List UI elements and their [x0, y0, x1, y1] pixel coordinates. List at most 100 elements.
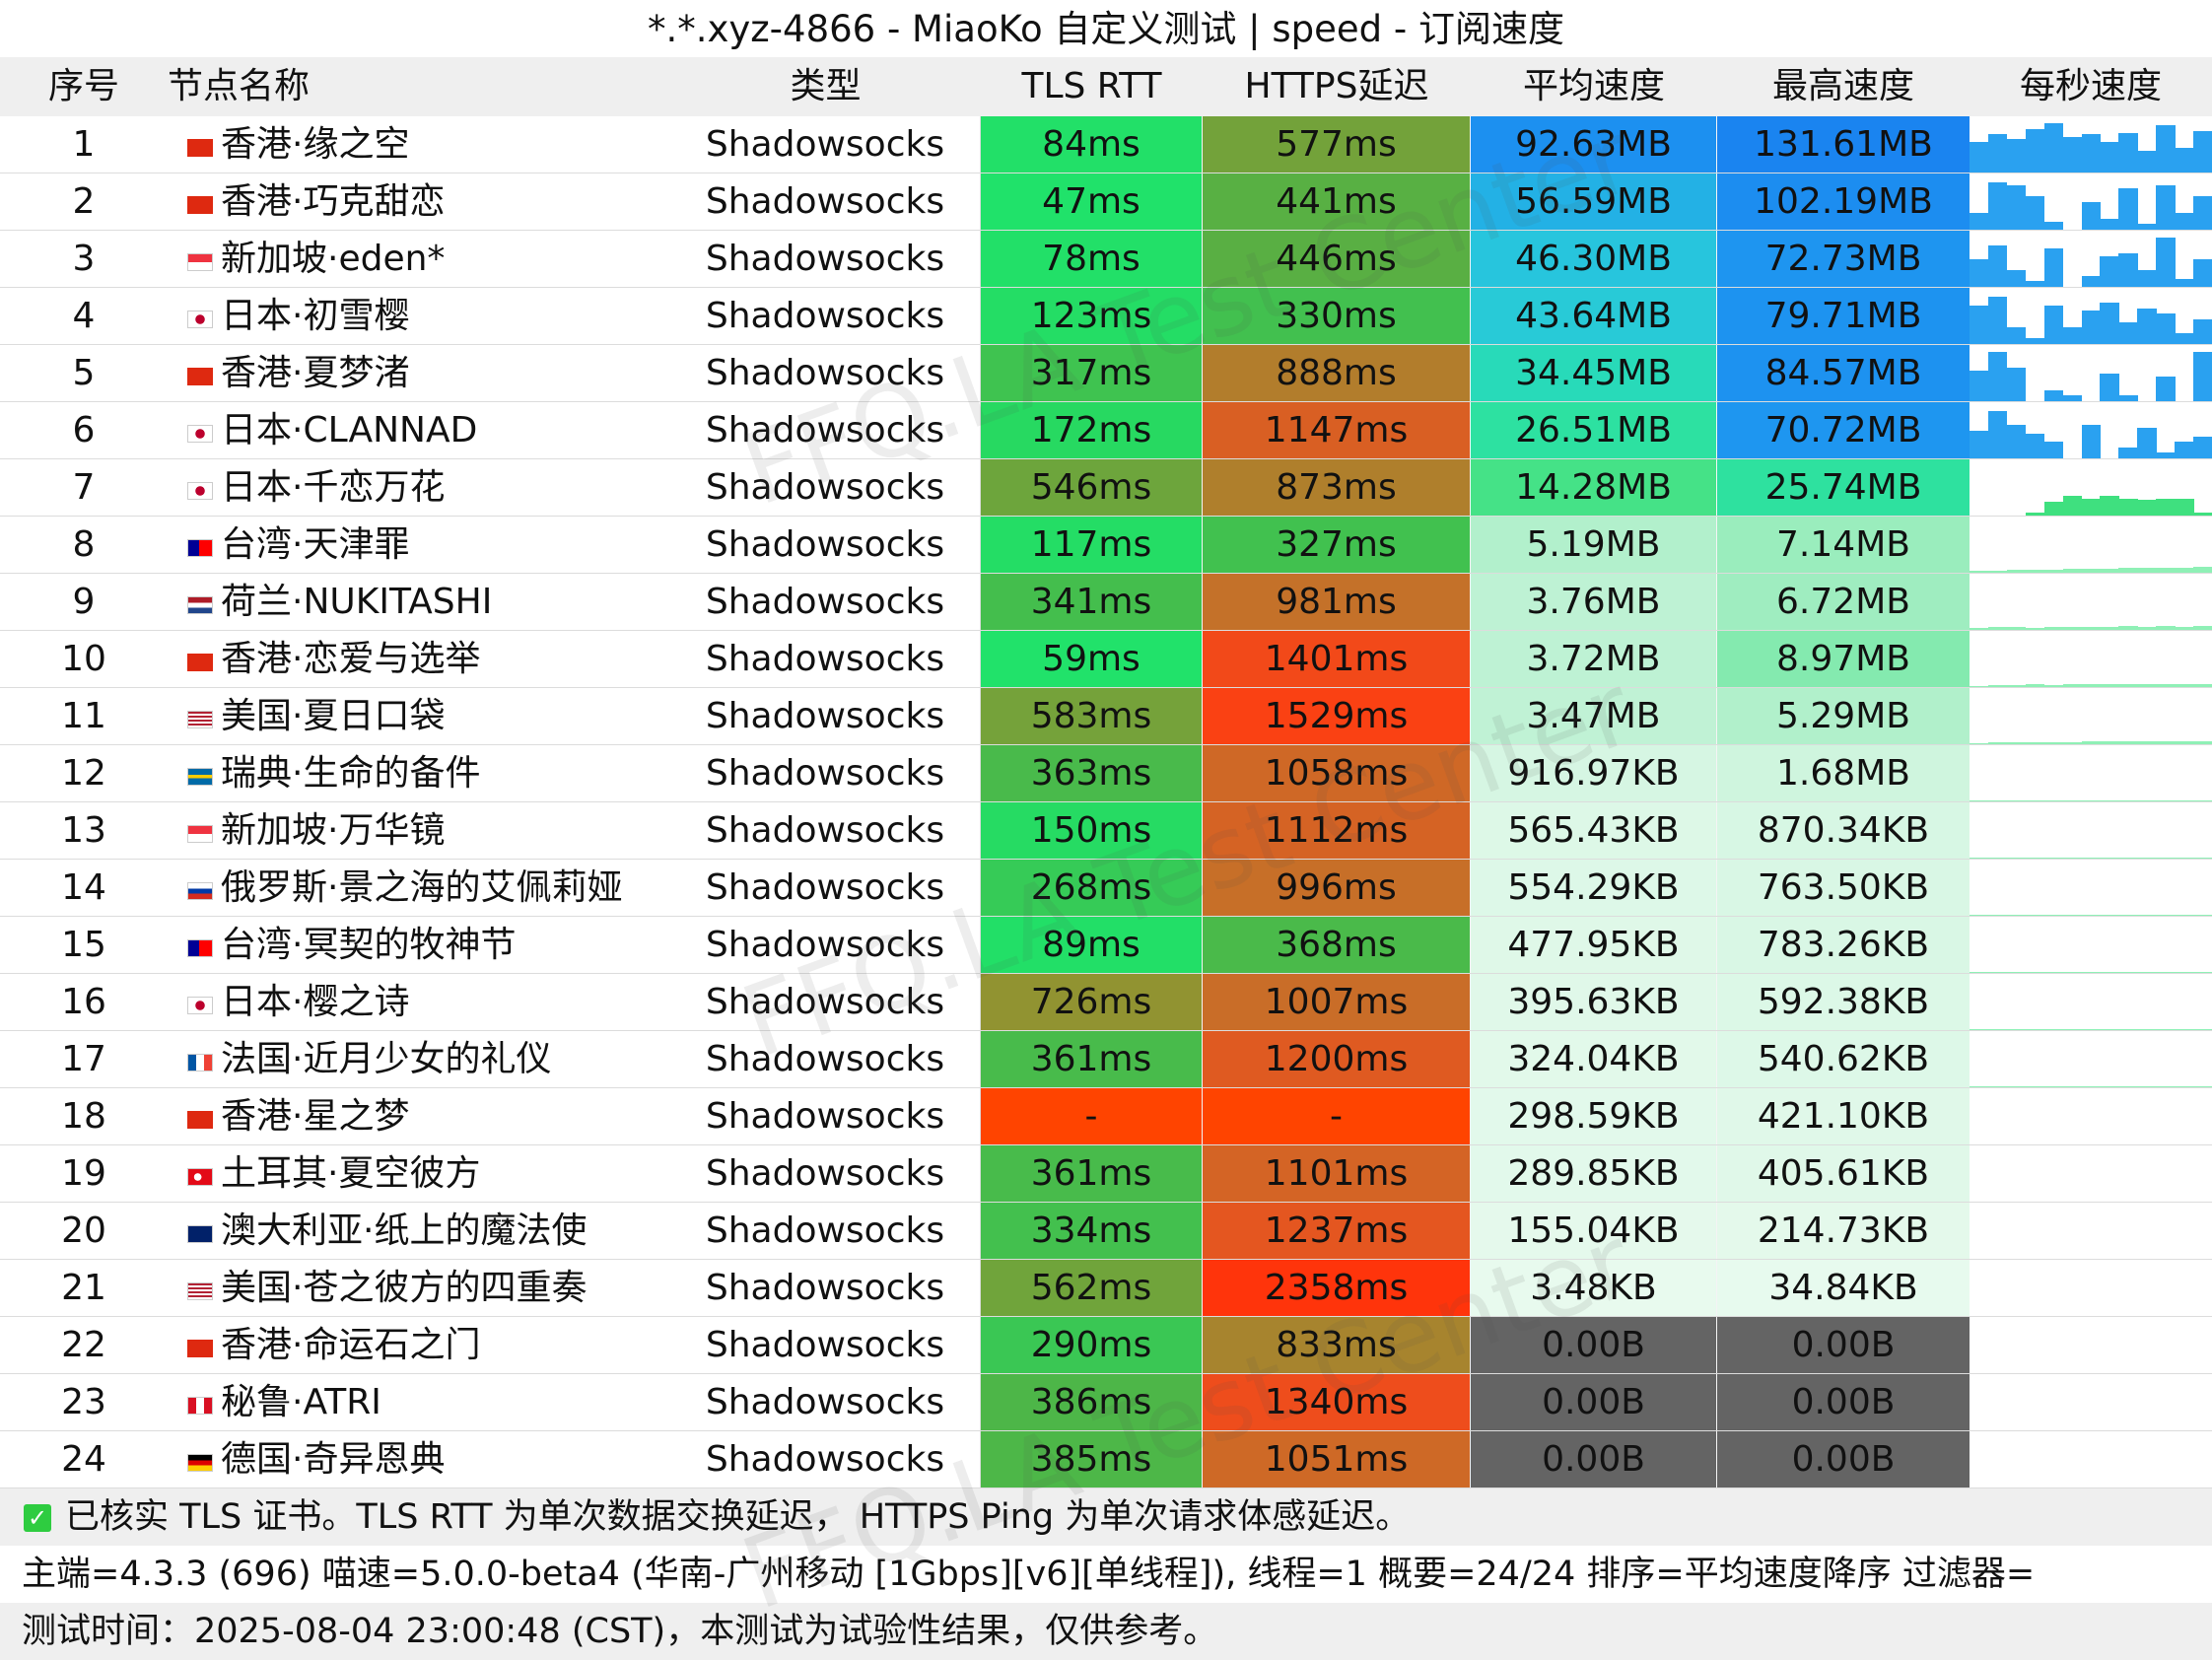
sparkline-bar: [2043, 684, 2064, 687]
sparkline-bar: [2100, 256, 2119, 287]
sparkline-bar: [2081, 425, 2101, 458]
avg-speed-cell: 3.76MB: [1471, 574, 1717, 630]
table-row: 11 美国·夏日口袋 Shadowsocks 583ms 1529ms 3.47MB 5.2…: [0, 688, 2212, 745]
tls-rtt-cell: 123ms: [981, 288, 1203, 344]
node-name-cell: 香港·恋爱与选举: [168, 631, 670, 687]
sparkline-bar: [2006, 139, 2027, 173]
sparkline-bar: [2137, 567, 2157, 573]
sparkline-bar: [1987, 858, 2008, 859]
sparkline-bar: [2006, 1086, 2027, 1087]
results-table-body: 1 香港·缘之空 Shadowsocks 84ms 577ms 92.63MB 131.61…: [0, 116, 2212, 1488]
sparkline-bar: [2175, 499, 2194, 516]
https-latency-cell: 1529ms: [1203, 688, 1471, 744]
tls-rtt-cell: 562ms: [981, 1260, 1203, 1316]
avg-speed-cell: 0.00B: [1471, 1431, 1717, 1487]
sparkline-bar: [1987, 1086, 2008, 1087]
avg-speed-cell: 46.30MB: [1471, 231, 1717, 287]
sparkline-bar: [2025, 570, 2045, 573]
node-name: 俄罗斯·景之海的艾佩莉娅: [221, 867, 623, 908]
node-name-cell: 日本·樱之诗: [168, 974, 670, 1030]
row-index: 23: [61, 1382, 106, 1422]
tls-rtt-cell: 386ms: [981, 1374, 1203, 1430]
sparkline-bar: [2062, 569, 2083, 573]
jp-flag-icon: [187, 482, 213, 500]
sparkline-bar: [2156, 972, 2176, 973]
sparkline-bar: [2118, 683, 2138, 687]
sparkline-bar: [2043, 741, 2064, 744]
sparkline-bar: [2175, 442, 2194, 458]
sparkline-bar: [2081, 1029, 2101, 1030]
sparkline-bar: [2043, 305, 2064, 344]
de-flag-icon: [187, 1454, 213, 1472]
sparkline-bar: [2025, 129, 2045, 173]
node-type: Shadowsocks: [670, 1203, 981, 1259]
sparkline-bar: [2081, 1086, 2101, 1087]
sparkline-bar: [2025, 338, 2045, 344]
sparkline-bar: [2156, 1029, 2176, 1030]
checkbox-checked-icon: ✓: [24, 1504, 51, 1532]
sparkline-bar: [2100, 741, 2119, 744]
sparkline-bar: [1987, 411, 2008, 458]
node-name: 新加坡·万华镜: [221, 810, 446, 851]
sparkline-bar: [1987, 742, 2008, 744]
row-index: 11: [61, 696, 106, 736]
https-latency-cell: 1112ms: [1203, 802, 1471, 859]
sparkline-bar: [2025, 1029, 2045, 1030]
sparkline-bar: [2137, 972, 2157, 973]
tls-rtt-cell: 726ms: [981, 974, 1203, 1030]
sparkline-bar: [2043, 1086, 2064, 1087]
per-second-sparkline: [1970, 974, 2212, 1030]
sparkline-bar: [1970, 371, 1989, 401]
sparkline-bar: [2137, 858, 2157, 859]
tls-rtt-cell: 363ms: [981, 745, 1203, 801]
node-name: 荷兰·NUKITASHI: [221, 582, 493, 622]
sparkline-bar: [1987, 133, 2008, 173]
per-second-sparkline: [1970, 1088, 2212, 1144]
node-name: 瑞典·生命的备件: [221, 753, 481, 794]
sparkline-bar: [2156, 376, 2176, 401]
avg-speed-cell: 298.59KB: [1471, 1088, 1717, 1144]
tls-rtt-cell: 172ms: [981, 402, 1203, 458]
sparkline-bar: [2118, 188, 2138, 230]
sparkline-bar: [2043, 1029, 2064, 1030]
row-index: 15: [61, 925, 106, 965]
node-name: 台湾·天津罪: [221, 524, 410, 565]
avg-speed-cell: 3.48KB: [1471, 1260, 1717, 1316]
sparkline-bar: [2193, 567, 2212, 573]
sparkline-bar: [2175, 684, 2194, 687]
footer-test-time: 测试时间：2025-08-04 23:00:48 (CST)，本测试为试验性结果…: [0, 1603, 2212, 1660]
sparkline-bar: [1970, 431, 1989, 458]
sparkline-bar: [2081, 915, 2101, 916]
sparkline-bar: [2006, 270, 2027, 287]
sparkline-bar: [2025, 513, 2045, 516]
max-speed-cell: 72.73MB: [1717, 231, 1970, 287]
sparkline-bar: [2137, 500, 2157, 516]
table-row: 7 日本·千恋万花 Shadowsocks 546ms 873ms 14.28MB 25.7…: [0, 459, 2212, 517]
table-row: 20 澳大利亚·纸上的魔法使 Shadowsocks 334ms 1237ms 155.0…: [0, 1203, 2212, 1260]
https-latency-cell: 441ms: [1203, 173, 1471, 230]
https-latency-cell: 446ms: [1203, 231, 1471, 287]
https-latency-cell: 2358ms: [1203, 1260, 1471, 1316]
node-type: Shadowsocks: [670, 1145, 981, 1202]
footer-test-time-text: 测试时间：2025-08-04 23:00:48 (CST)，本测试为试验性结果…: [22, 1612, 1218, 1651]
node-name-cell: 秘鲁·ATRI: [168, 1374, 670, 1430]
sparkline-bar: [2156, 858, 2176, 859]
node-type: Shadowsocks: [670, 917, 981, 973]
max-speed-cell: 6.72MB: [1717, 574, 1970, 630]
sparkline-bar: [2137, 270, 2157, 287]
node-name-cell: 日本·CLANNAD: [168, 402, 670, 458]
sparkline-bar: [1987, 915, 2008, 916]
table-row: 23 秘鲁·ATRI Shadowsocks 386ms 1340ms 0.00B 0.00…: [0, 1374, 2212, 1431]
sparkline-bar: [2193, 436, 2212, 458]
sparkline-bar: [2100, 915, 2119, 916]
max-speed-cell: 8.97MB: [1717, 631, 1970, 687]
node-name: 日本·千恋万花: [221, 467, 446, 508]
node-type: Shadowsocks: [670, 631, 981, 687]
node-type: Shadowsocks: [670, 1088, 981, 1144]
per-second-sparkline: [1970, 1145, 2212, 1202]
node-name: 香港·缘之空: [221, 124, 410, 165]
row-index: 14: [61, 867, 106, 908]
https-latency-cell: 1101ms: [1203, 1145, 1471, 1202]
sparkline-bar: [2025, 281, 2045, 287]
max-speed-cell: 0.00B: [1717, 1374, 1970, 1430]
